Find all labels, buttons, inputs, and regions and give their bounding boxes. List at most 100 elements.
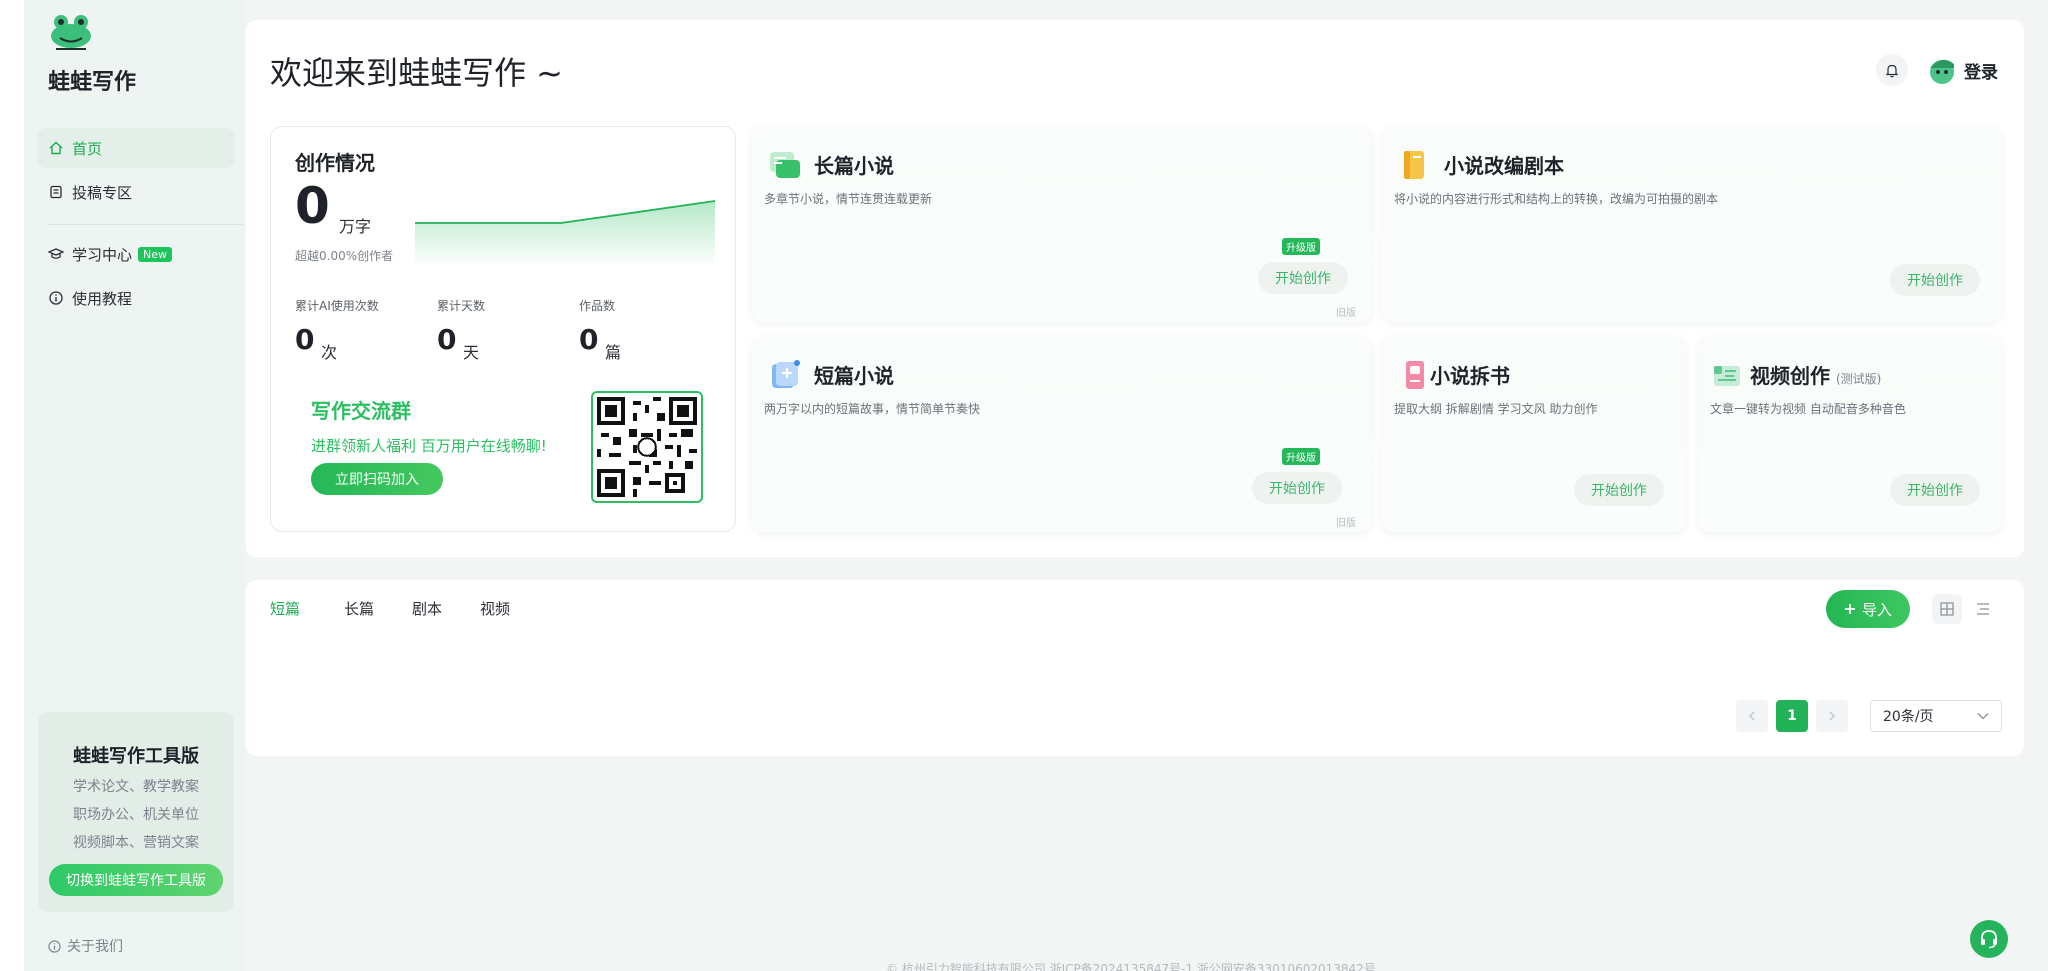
start-creating-button[interactable]: 开始创作 [1252,472,1342,504]
sidebar-item-label: 首页 [72,139,103,158]
start-creating-button[interactable]: 开始创作 [1258,262,1348,294]
promo-line: 学术论文、教学教案 [73,779,199,795]
short-novel-icon [768,358,802,392]
switch-tool-version-button[interactable]: 切换到蛙蛙写作工具版 [49,864,223,896]
upgrade-badge: 升级版 [1282,448,1320,465]
works-panel: 短篇 长篇 剧本 视频 导入 1 20条/页 [246,580,2024,756]
creation-stats-card: 创作情况 0 万字 超越0.00%创作者 累计AI使用次数 0 次 累计天数 0… [270,126,736,532]
card-description: 两万字以内的短篇故事，情节简单节奏快 [764,402,981,416]
info-icon [48,939,61,953]
tab-video[interactable]: 视频 [480,598,510,619]
script-book-icon [1398,148,1432,182]
frog-logo-icon[interactable] [48,12,94,52]
card-title: 小说改编剧本 [1444,154,1564,178]
card-title: 短篇小说 [814,364,894,388]
footer-copyright: © 杭州引力智能科技有限公司 浙ICP备2024135847号-1 浙公网安备3… [886,962,1376,971]
dashboard-panel: 欢迎来到蛙蛙写作 ~ 登录 创作情况 0 万字 超越0.00%创作者 累计AI使… [246,20,2024,557]
left-edge [0,0,24,971]
graduation-icon [48,246,64,262]
tab-long[interactable]: 长篇 [344,598,374,619]
import-button[interactable]: 导入 [1826,590,1910,628]
avatar [1926,54,1958,86]
page-number-button[interactable]: 1 [1776,700,1808,732]
prev-page-button[interactable] [1736,700,1768,732]
old-version-link[interactable]: 旧版 [1336,304,1356,319]
start-creating-button[interactable]: 开始创作 [1890,264,1980,296]
card-title-text: 视频创作 [1750,364,1830,388]
page-title: 欢迎来到蛙蛙写作 ~ [270,54,563,92]
grid-view-icon[interactable] [1932,594,1962,624]
long-novel-icon [768,148,802,182]
sidebar: 蛙蛙写作 首页 投稿专区 学习中心 New 使用教程 蛙蛙写作工具版 学术论文、… [24,0,244,971]
card-description: 提取大纲 拆解剧情 学习文风 助力创作 [1394,402,1598,416]
promo-line: 视频脚本、营销文案 [73,835,199,851]
exceed-ratio: 超越0.00%创作者 [295,249,394,263]
ai-usage-value: 0 [295,323,315,356]
upgrade-badge: 升级版 [1282,238,1320,255]
sidebar-item-tutorial[interactable]: 使用教程 [38,278,234,318]
works-value: 0 [579,323,599,356]
group-title: 写作交流群 [311,399,411,423]
page-size-select[interactable]: 20条/页 [1870,700,2002,732]
start-creating-button[interactable]: 开始创作 [1574,474,1664,506]
next-page-button[interactable] [1816,700,1848,732]
about-us-link[interactable]: 关于我们 [48,936,123,956]
sidebar-item-learning[interactable]: 学习中心 New [38,234,234,274]
group-subtitle: 进群领新人福利 百万用户在线畅聊! [311,437,547,455]
sidebar-item-home[interactable]: 首页 [38,128,234,168]
plus-icon [1844,603,1856,615]
card-title: 视频创作 (测试版) [1750,360,1881,389]
login-label: 登录 [1964,62,1998,83]
days-unit: 天 [463,343,480,362]
tab-script[interactable]: 剧本 [412,598,442,619]
works-unit: 篇 [605,343,622,362]
new-badge: New [138,246,173,262]
sidebar-item-submit[interactable]: 投稿专区 [38,172,234,212]
card-description: 文章一键转为视频 自动配音多种音色 [1710,402,1906,416]
login-button[interactable]: 登录 [1926,54,1998,86]
beta-tag: (测试版) [1836,372,1882,386]
submit-icon [48,184,64,200]
short-novel-card[interactable]: 短篇小说 两万字以内的短篇故事，情节简单节奏快 升级版 开始创作 旧版 [752,336,1372,532]
page-size-value: 20条/页 [1883,709,1934,725]
card-title: 长篇小说 [814,154,894,178]
novel-breakdown-card[interactable]: 小说拆书 提取大纲 拆解剧情 学习文风 助力创作 开始创作 [1382,336,1686,532]
old-version-link[interactable]: 旧版 [1336,514,1356,529]
notification-bell-icon[interactable] [1876,54,1908,86]
info-icon [48,290,64,306]
home-icon [48,140,64,156]
days-value: 0 [437,323,457,356]
video-icon [1710,358,1744,392]
video-creation-card[interactable]: 视频创作 (测试版) 文章一键转为视频 自动配音多种音色 开始创作 [1698,336,2002,532]
brand-name: 蛙蛙写作 [48,70,137,95]
ai-usage-unit: 次 [321,343,338,362]
card-description: 多章节小说，情节连贯连载更新 [764,192,933,206]
word-count-value: 0 [295,177,330,235]
sidebar-item-label: 使用教程 [72,289,133,308]
novel-to-script-card[interactable]: 小说改编剧本 将小说的内容进行形式和结构上的转换，改编为可拍摄的剧本 开始创作 [1382,126,2002,322]
start-creating-button[interactable]: 开始创作 [1890,474,1980,506]
card-title: 小说拆书 [1430,364,1510,388]
tool-version-promo: 蛙蛙写作工具版 学术论文、教学教案 职场办公、机关单位 视频脚本、营销文案 切换… [38,712,234,912]
about-us-label: 关于我们 [67,939,123,955]
promo-line: 职场办公、机关单位 [73,807,199,823]
works-label: 作品数 [579,299,616,313]
card-description: 将小说的内容进行形式和结构上的转换，改编为可拍摄的剧本 [1394,192,1719,206]
promo-title: 蛙蛙写作工具版 [73,746,199,767]
sidebar-item-label: 学习中心 [72,245,133,264]
days-label: 累计天数 [437,299,486,313]
stats-title: 创作情况 [295,151,375,175]
sidebar-item-label: 投稿专区 [72,183,133,202]
list-view-icon[interactable] [1968,594,1998,624]
import-label: 导入 [1861,601,1892,619]
breakdown-book-icon [1398,358,1432,392]
customer-support-icon[interactable] [1970,920,2008,958]
join-group-button[interactable]: 立即扫码加入 [311,463,443,495]
qr-code-icon [591,391,703,503]
long-novel-card[interactable]: 长篇小说 多章节小说，情节连贯连载更新 升级版 开始创作 旧版 [752,126,1372,322]
tab-short[interactable]: 短篇 [270,598,300,619]
word-count-unit: 万字 [339,217,372,236]
chevron-down-icon [1977,712,1989,720]
word-trend-sparkline [415,200,715,267]
ai-usage-label: 累计AI使用次数 [295,299,379,313]
